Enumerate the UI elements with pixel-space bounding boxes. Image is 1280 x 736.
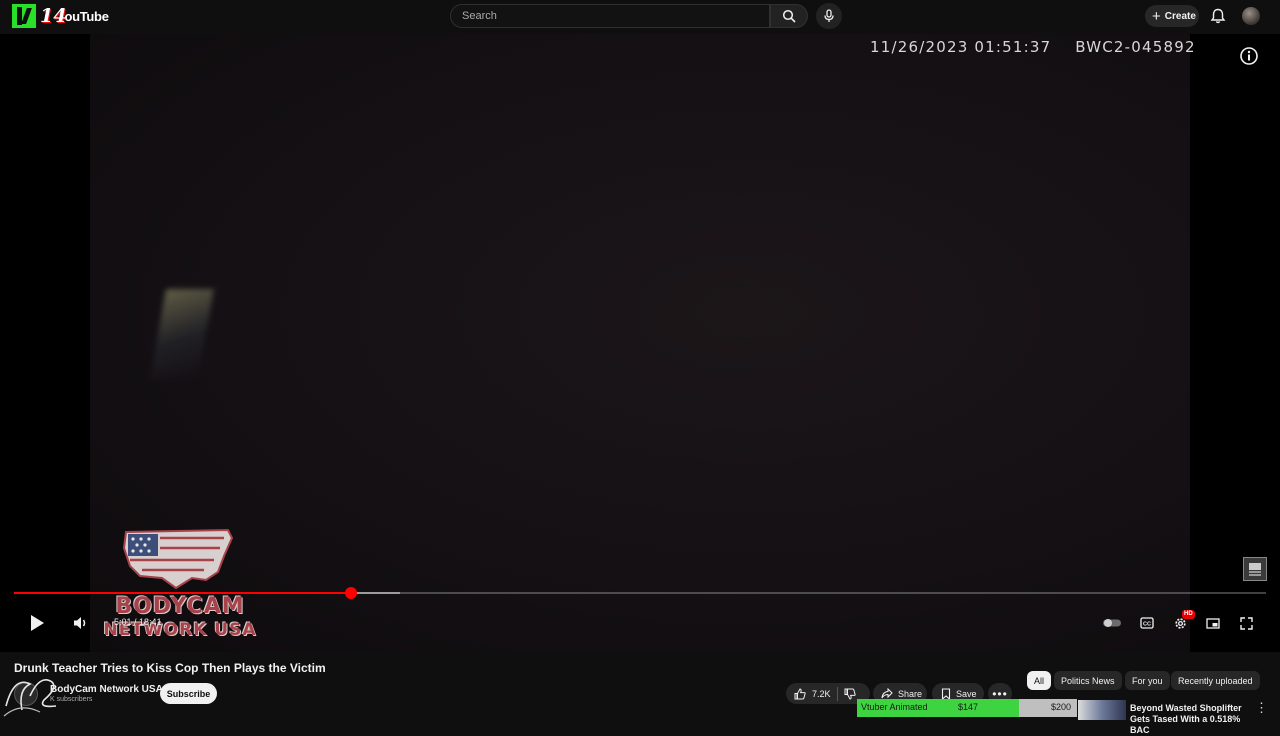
svg-text:CC: CC bbox=[1143, 622, 1151, 628]
miniplayer-icon bbox=[1206, 617, 1220, 629]
usa-map-logo bbox=[122, 528, 234, 590]
search-box bbox=[450, 4, 770, 28]
channel-watermark-icon[interactable] bbox=[1243, 557, 1267, 581]
progress-bar[interactable] bbox=[14, 587, 1266, 599]
captions-button[interactable]: CC bbox=[1137, 614, 1157, 632]
share-icon bbox=[881, 688, 893, 699]
video-player[interactable]: 11/26/2023 01:51:37 BWC2-045892 BODYCAM … bbox=[0, 34, 1280, 652]
chip-recently-uploaded[interactable]: Recently uploaded bbox=[1171, 671, 1260, 690]
volume-button[interactable] bbox=[71, 613, 91, 633]
recommended-more-icon[interactable]: ⋮ bbox=[1255, 701, 1268, 716]
logo-text: ouTube bbox=[64, 8, 109, 24]
time-separator: / bbox=[131, 617, 140, 627]
watermark-line-1: BODYCAM bbox=[115, 594, 245, 619]
search-icon bbox=[782, 9, 796, 23]
signature-watermark bbox=[3, 679, 57, 717]
bookmark-icon bbox=[941, 687, 951, 700]
microphone-icon bbox=[824, 9, 834, 22]
donation-goal-label: Vtuber Animated bbox=[861, 702, 928, 712]
create-label: Create bbox=[1164, 10, 1196, 22]
hd-badge: HD bbox=[1182, 610, 1195, 619]
chip-for-you[interactable]: For you bbox=[1125, 671, 1170, 690]
progress-played bbox=[14, 592, 351, 594]
more-horizontal-icon: ••• bbox=[992, 686, 1008, 701]
plus-icon: + bbox=[1152, 7, 1161, 25]
thumbs-down-icon[interactable] bbox=[844, 688, 856, 700]
chip-all[interactable]: All bbox=[1027, 671, 1052, 690]
time-total: 18:41 bbox=[139, 617, 162, 627]
site-logo[interactable]: 14 ouTube bbox=[12, 3, 109, 29]
create-button[interactable]: + Create bbox=[1145, 5, 1199, 27]
save-label: Save bbox=[956, 688, 977, 699]
bodycam-network-watermark: BODYCAM NETWORK USA bbox=[100, 526, 260, 646]
fullscreen-icon bbox=[1239, 616, 1253, 630]
donation-goal-bar: Vtuber Animated $147 $200 bbox=[857, 699, 1077, 717]
notifications-bell-icon[interactable] bbox=[1209, 7, 1227, 25]
thumbs-up-icon[interactable] bbox=[794, 687, 806, 700]
info-icon[interactable] bbox=[1239, 46, 1259, 66]
autoplay-toggle[interactable] bbox=[1101, 614, 1123, 632]
voice-search-button[interactable] bbox=[816, 3, 842, 29]
donation-goal-current: $147 bbox=[958, 702, 979, 712]
bodycam-logo-icon bbox=[1249, 563, 1261, 576]
time-current: 5:01 bbox=[114, 617, 132, 627]
light-glare bbox=[150, 289, 214, 379]
miniplayer-button[interactable] bbox=[1203, 614, 1223, 632]
like-separator bbox=[836, 686, 838, 701]
search-button[interactable] bbox=[770, 4, 808, 28]
captions-icon: CC bbox=[1140, 617, 1154, 629]
recommended-thumbnail[interactable] bbox=[1078, 700, 1126, 720]
donation-goal-target: $200 bbox=[1051, 702, 1072, 712]
scrubber-handle[interactable] bbox=[344, 587, 357, 599]
volume-icon bbox=[74, 617, 86, 629]
play-button[interactable] bbox=[26, 612, 48, 634]
k-logo-icon bbox=[12, 4, 36, 28]
play-icon bbox=[31, 615, 44, 631]
like-count[interactable]: 7.2K bbox=[812, 689, 831, 699]
bodycam-timestamp-overlay: 11/26/2023 01:51:37 BWC2-045892 bbox=[870, 38, 1196, 56]
time-readout: 5:01 / 18:41 bbox=[114, 617, 162, 627]
logo-number: 14 bbox=[40, 5, 67, 27]
search-input[interactable] bbox=[460, 9, 754, 23]
autoplay-toggle-icon bbox=[1103, 619, 1121, 627]
chip-politics-news[interactable]: Politics News bbox=[1054, 671, 1122, 690]
subscribe-button[interactable]: Subscribe bbox=[160, 683, 217, 704]
user-avatar[interactable] bbox=[1242, 7, 1260, 25]
top-bar: 14 ouTube + Create bbox=[0, 0, 1280, 34]
fullscreen-button[interactable] bbox=[1236, 613, 1256, 633]
share-label: Share bbox=[898, 688, 923, 699]
